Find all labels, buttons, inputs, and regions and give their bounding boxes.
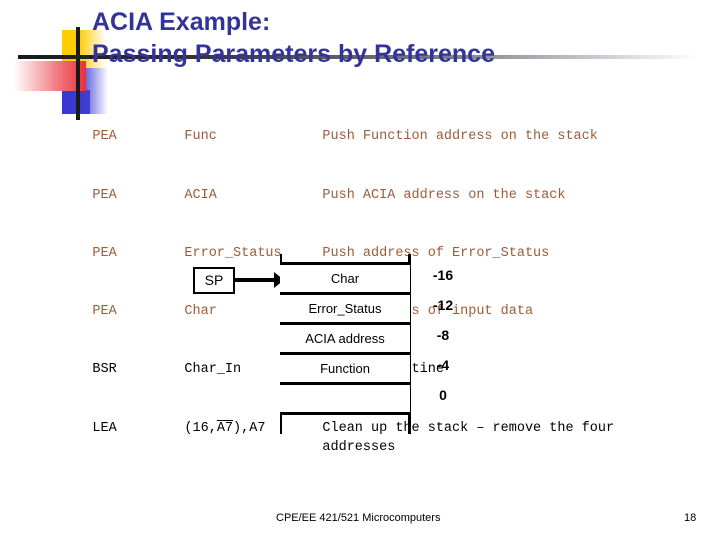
- code-comment: Push ACIA address on the stack: [322, 187, 566, 203]
- code-row: PEA Func Push Function address on the stac…: [60, 108, 670, 166]
- stack-cell-label: Error_Status: [308, 301, 382, 316]
- code-opcode: PEA: [92, 129, 117, 145]
- stack-cell: Char: [280, 262, 410, 292]
- stack-cell-label: Function: [320, 361, 370, 376]
- footer-course-label: CPE/EE 421/521 Microcomputers: [276, 512, 441, 524]
- code-comment: Push address of Error_Status: [322, 245, 550, 261]
- stack-diagram: SP Char Error_Status ACIA address Functi…: [188, 254, 478, 437]
- code-operand: Error_Status: [184, 245, 282, 261]
- vertical-rule-icon: [76, 27, 80, 120]
- stack-bottom-border: [280, 412, 410, 415]
- stack-cell-label: Char: [330, 271, 360, 286]
- stack-offset-label: -12: [432, 297, 454, 313]
- stack-offset-label: -4: [436, 357, 450, 373]
- stack-offset-label: 0: [439, 387, 447, 403]
- code-row: PEA ACIA Push ACIA address on the stack: [60, 166, 670, 224]
- page-title-line-1: ACIA Example:: [92, 8, 271, 36]
- code-opcode: PEA: [92, 304, 117, 320]
- code-operand: ACIA: [184, 187, 217, 203]
- stack-offset-label: -8: [436, 327, 450, 343]
- stack-cell: Function: [280, 352, 410, 382]
- stack-cell: [280, 382, 410, 412]
- stack-pointer-label: SP: [204, 272, 224, 288]
- stack-cell: Error_Status: [280, 292, 410, 322]
- stack-cells-column: Char Error_Status ACIA address Function: [280, 262, 410, 415]
- code-comment: Push Function address on the stack: [322, 129, 598, 145]
- stack-cell-label: ACIA address: [305, 331, 385, 346]
- code-operand: Func: [184, 129, 217, 145]
- code-opcode: PEA: [92, 245, 117, 261]
- code-opcode: PEA: [92, 187, 117, 203]
- stack-pointer-arrow-shaft-icon: [235, 278, 277, 282]
- footer-page-number: 18: [684, 512, 697, 524]
- stack-pointer-box: SP: [193, 267, 235, 294]
- code-opcode: BSR: [92, 362, 117, 378]
- page-title: ACIA Example: Passing Parameters by Refe…: [92, 6, 702, 70]
- stack-cell: ACIA address: [280, 322, 410, 352]
- stack-offset-label: -16: [432, 267, 454, 283]
- code-opcode: LEA: [92, 420, 117, 436]
- slide-decoration: [14, 27, 108, 120]
- page-title-line-2: Passing Parameters by Reference: [92, 40, 495, 68]
